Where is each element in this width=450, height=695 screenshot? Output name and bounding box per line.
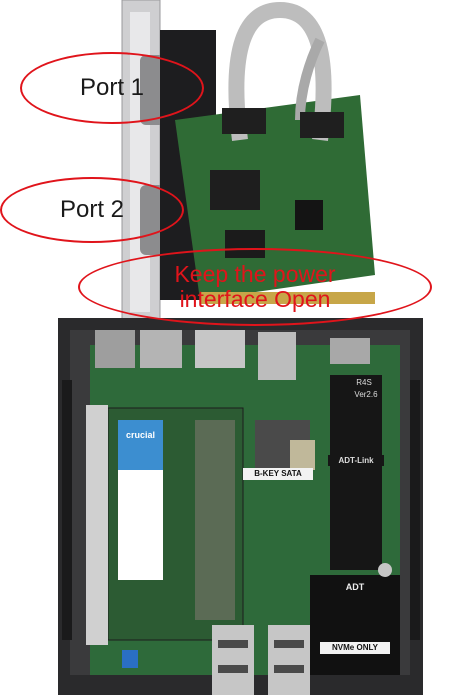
b-key-sata-label: B-KEY SATA — [243, 468, 313, 480]
power-line1: Keep the power — [174, 261, 336, 287]
adt-link-label: ADT-Link — [328, 455, 384, 466]
port2-callout: Port 2 — [0, 177, 184, 243]
port1-callout: Port 1 — [20, 52, 204, 124]
ver-label: Ver2.6 — [354, 390, 378, 399]
power-interface-text: Keep the power interface Open — [174, 262, 335, 312]
nvme-only-label: NVMe ONLY — [320, 642, 390, 654]
port2-label: Port 2 — [59, 196, 125, 223]
r4s-label: R4S — [356, 378, 372, 387]
adt-label: ADT — [330, 582, 380, 593]
port1-label: Port 1 — [79, 74, 145, 101]
power-line2: interface Open — [179, 286, 331, 312]
power-interface-callout: Keep the power interface Open — [78, 248, 432, 326]
ram-brand-label: crucial — [118, 430, 163, 440]
photo-scene: crucial B-KEY SATA ADT-Link ADT NVMe ONL… — [0, 0, 450, 695]
